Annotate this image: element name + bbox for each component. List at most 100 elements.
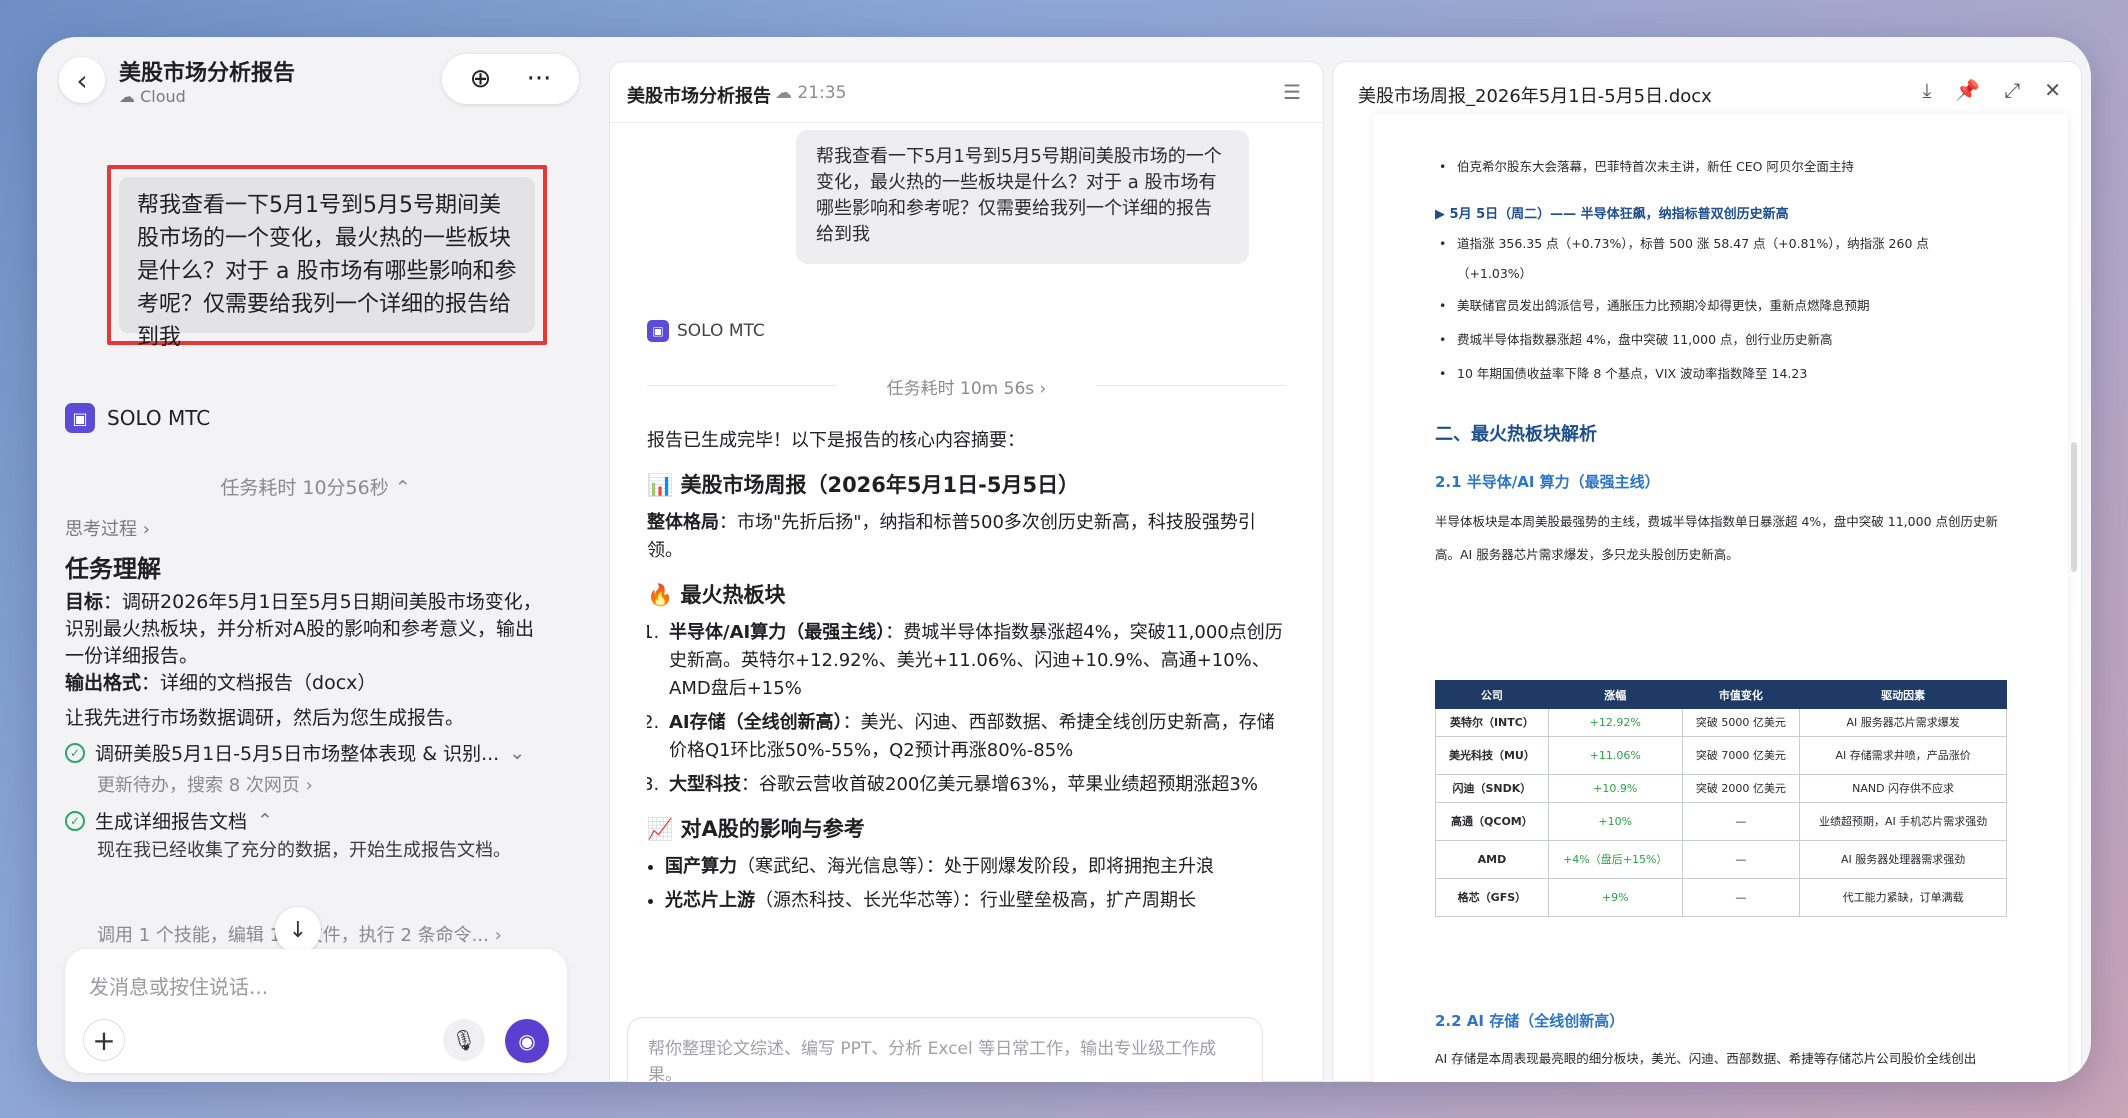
goal-text: ：调研2026年5月1日至5月5日期间美股市场变化，识别最火热板块，并分析对A股…	[65, 591, 542, 667]
item-text: （源杰科技、长光华芯等）：行业壁垒极高，扩产周期长	[755, 890, 1196, 911]
table-cell: AI 服务器芯片需求爆发	[1799, 708, 2007, 737]
task-duration[interactable]: 任务耗时 10分56秒 ⌃	[37, 473, 594, 500]
expand-icon[interactable]: ⤢	[2004, 78, 2020, 102]
doc-bullet: 10 年期国债收益率下降 8 个基点，VIX 波动率指数降至 14.23	[1439, 359, 1997, 389]
table-row: 闪迪（SNDK） +10.9% 突破 2000 亿美元 NAND 闪存供不应求	[1435, 774, 2007, 803]
step-research-detail[interactable]: 更新待办，搜索 8 次网页 ›	[97, 771, 567, 797]
divider	[610, 122, 1323, 123]
chevron-right-icon: ›	[142, 519, 150, 540]
report-summary: 报告已生成完毕！以下是报告的核心内容摘要： 📊 美股市场周报（2026年5月1日…	[647, 427, 1287, 1017]
hot-sectors-list: 半导体/AI算力（最强主线）：费城半导体指数暴涨超4%，突破11,000点创历史…	[647, 619, 1287, 799]
table-cell: 突破 5000 亿美元	[1681, 708, 1801, 737]
item-text: （寒武纪、海光信息等）：处于刚爆发阶段，即将拥抱主升浪	[737, 856, 1214, 877]
table-row: 高通（QCOM） +10% — 业绩超预期，AI 手机芯片需求强劲	[1435, 802, 2007, 841]
plan-paragraph: 让我先进行市场数据调研，然后为您生成报告。	[65, 707, 465, 729]
voice-wave-icon: ◉	[518, 1029, 536, 1053]
doc-bullet: 道指涨 356.35 点（+0.73%），标普 500 涨 58.47 点（+0…	[1439, 229, 1997, 289]
list-item: 国产算力（寒武纪、海光信息等）：处于刚爆发阶段，即将拥抱主升浪	[665, 853, 1287, 881]
check-icon: ✓	[65, 810, 85, 831]
table-row: 英特尔（INTC） +12.92% 突破 5000 亿美元 AI 服务器芯片需求爆发	[1435, 708, 2007, 737]
format-text: ：详细的文档报告（docx）	[141, 672, 377, 694]
step-research[interactable]: ✓ 调研美股5月1日-5月5日市场整体表现 & 识别... ⌄	[65, 739, 565, 766]
download-icon[interactable]: ⤓	[1922, 78, 1931, 102]
doc-paragraph: AI 存储是本周表现最亮眼的细分板块，美光、闪迪、西部数据、希捷等存储芯片公司股…	[1435, 1051, 1977, 1066]
table-cell: +9%	[1547, 878, 1683, 917]
agent-name: SOLO MTC	[677, 321, 765, 341]
table-cell: +11.06%	[1547, 736, 1683, 775]
chat-input[interactable]: 帮你整理论文综述、编写 PPT、分析 Excel 等日常工作，输出专业级工作成果…	[627, 1017, 1263, 1082]
arrow-down-icon: ↓	[288, 917, 308, 943]
scroll-down-button[interactable]: ↓	[275, 907, 321, 953]
table-cell: +12.92%	[1547, 708, 1683, 737]
check-icon: ✓	[65, 742, 85, 763]
list-item: 光芯片上游（源杰科技、长光华芯等）：行业壁垒极高，扩产周期长	[665, 887, 1287, 915]
table-cell: 代工能力紧缺，订单满载	[1799, 878, 2007, 917]
table-cell: 突破 7000 亿美元	[1681, 736, 1801, 775]
table-cell: AI 存储需求井喷，产品涨价	[1799, 736, 2007, 775]
table-cell: AMD	[1435, 840, 1549, 879]
item-label: 半导体/AI算力（最强主线）	[669, 622, 886, 643]
close-icon[interactable]: ✕	[2044, 78, 2061, 102]
step-generate-detail: 现在我已经收集了充分的数据，开始生成报告文档。	[97, 840, 511, 861]
more-icon[interactable]: ···	[527, 64, 552, 94]
collapse-icon: ⌃	[394, 477, 411, 499]
expand-icon: ⌄	[509, 741, 526, 764]
agent-avatar-icon: ▣	[647, 320, 669, 342]
table-cell: —	[1681, 802, 1801, 841]
item-text: ：谷歌云营收首破200亿美元暴增63%，苹果业绩超预期涨超3%	[741, 774, 1258, 795]
overall-text: ：市场"先折后扬"，纳指和标普500多次创历史新高，科技股强势引领。	[647, 512, 1256, 561]
summary-intro: 报告已生成完毕！以下是报告的核心内容摘要：	[647, 430, 1025, 451]
step-tools-detail[interactable]: 调用 1 个技能，编辑 1 个文件，执行 2 条命令... ›	[97, 921, 567, 947]
list-item: 半导体/AI算力（最强主线）：费城半导体指数暴涨超4%，突破11,000点创历史…	[665, 619, 1287, 703]
item-label: 国产算力	[665, 856, 737, 877]
agent-header: ▣ SOLO MTC	[65, 403, 210, 433]
table-cell: —	[1681, 878, 1801, 917]
message-composer[interactable]: 发消息或按住说话... + 🎙 ◉	[65, 949, 567, 1073]
step-generate-label: 生成详细报告文档	[95, 811, 248, 833]
hot-sectors-title: 🔥 最火热板块	[647, 583, 786, 607]
doc-subsection-heading: 2.2 AI 存储（全线创新高）	[1435, 1012, 1625, 1030]
overall-paragraph: 整体格局：市场"先折后扬"，纳指和标普500多次创历史新高，科技股强势引领。	[647, 509, 1287, 565]
conversation-subtitle: ☁ Cloud	[119, 87, 186, 106]
table-header: 市值变化	[1681, 680, 1801, 709]
step-generate[interactable]: ✓ 生成详细报告文档 ⌃	[65, 807, 565, 834]
doc-bullet: 费城半导体指数暴涨超 4%，盘中突破 11,000 点，创行业历史新高	[1439, 325, 1997, 355]
send-button[interactable]: ◉	[505, 1019, 549, 1063]
chat-time: ☁ 21:35	[775, 83, 846, 103]
pin-icon[interactable]: 📌	[1955, 78, 1980, 102]
app-window: ‹ 美股市场分析报告 ☁ Cloud ⊕ ··· 帮我查看一下5月1号到5月5号…	[37, 37, 2091, 1082]
impact-title: 📈 对A股的影响与参考	[647, 817, 865, 841]
agent-name: SOLO MTC	[107, 406, 211, 430]
attach-button[interactable]: +	[83, 1019, 125, 1061]
new-chat-icon[interactable]: ⊕	[470, 64, 492, 94]
microphone-icon: 🎙	[451, 1028, 477, 1052]
agent-header: ▣ SOLO MTC	[647, 320, 765, 342]
collapse-icon: ⌃	[257, 809, 273, 832]
table-cell: 美光科技（MU）	[1435, 736, 1549, 775]
list-item: 大型科技：谷歌云营收首破200亿美元暴增63%，苹果业绩超预期涨超3%	[665, 771, 1287, 799]
step-research-label: 调研美股5月1日-5月5日市场整体表现 & 识别...	[95, 743, 500, 765]
task-duration[interactable]: 任务耗时 10m 56s ›	[647, 374, 1286, 399]
table-header-row: 公司 涨幅 市值变化 驱动因素	[1435, 680, 2007, 709]
chat-title: 美股市场分析报告	[627, 86, 771, 107]
back-button[interactable]: ‹	[59, 57, 105, 103]
table-header: 涨幅	[1547, 680, 1683, 709]
outline-icon[interactable]: ☰	[1283, 80, 1301, 104]
message-input[interactable]: 发消息或按住说话...	[89, 971, 268, 1000]
user-message-bubble: 帮我查看一下5月1号到5月5号期间美股市场的一个变化，最火热的一些板块是什么？对…	[119, 177, 535, 350]
cloud-label: Cloud	[140, 87, 186, 106]
item-label: 大型科技	[669, 774, 741, 795]
doc-paragraph: 半导体板块是本周美股最强势的主线，费城半导体指数单日暴涨超 4%，盘中突破 11…	[1435, 514, 1998, 562]
table-cell: +10%	[1547, 802, 1683, 841]
voice-button[interactable]: 🎙	[443, 1019, 485, 1061]
doc-day-heading: ▶ 5月 5日（周二）—— 半导体狂飙，纳指标普双创历史新高	[1435, 207, 1789, 222]
table-row: 美光科技（MU） +11.06% 突破 7000 亿美元 AI 存储需求井喷，产品涨价	[1435, 736, 2007, 775]
step-research-detail-text: 更新待办，搜索 8 次网页	[97, 775, 300, 796]
doc-bullet: 美联储官员发出鸽派信号，通胀压力比预期冷却得更快，重新点燃降息预期	[1439, 291, 1997, 321]
thinking-label: 思考过程	[65, 519, 137, 540]
report-title: 📊 美股市场周报（2026年5月1日-5月5日）	[647, 473, 1080, 497]
document-scrollbar[interactable]	[2071, 442, 2077, 572]
cloud-icon: ☁	[119, 87, 135, 106]
thinking-process-toggle[interactable]: 思考过程 ›	[65, 515, 150, 541]
table-row: AMD +4%（盘后+15%） — AI 服务器处理器需求强劲	[1435, 840, 2007, 879]
